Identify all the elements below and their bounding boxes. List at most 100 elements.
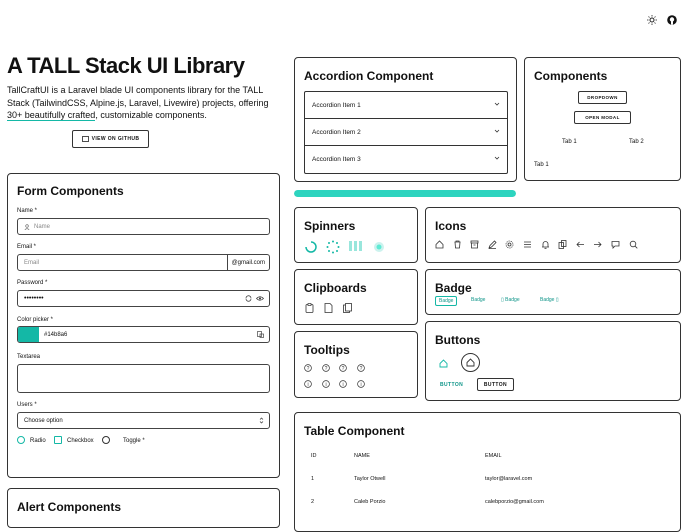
table-cell: Taylor Otwell [354,476,386,482]
palette-icon[interactable] [257,331,264,338]
name-field[interactable]: Name [17,218,270,235]
name-label: Name * [17,208,38,214]
table-title: Table Component [304,424,405,438]
accordion-item[interactable]: Accordion Item 1 [305,92,507,119]
table-header-email: EMAIL [485,453,502,459]
tab-1[interactable]: Tab 1 [562,139,577,145]
progress-fill [294,190,516,197]
archive-icon [470,240,479,249]
teal-button[interactable]: BUTTON [440,382,463,388]
table-cell: Caleb Porzio [354,499,386,505]
components-link[interactable]: 30+ beautifully crafted [7,110,96,121]
eye-icon[interactable] [256,295,264,302]
users-value: Choose option [24,417,63,424]
password-label: Password * [17,280,48,286]
badge-flat: Badge [471,297,486,303]
question-icon[interactable]: ? [304,364,312,372]
github-icon[interactable] [667,15,677,25]
spinner-dots-icon [326,240,340,254]
color-swatch[interactable] [18,327,39,342]
open-modal-button[interactable]: OPEN MODAL [574,111,631,124]
textarea-field[interactable] [17,364,270,393]
desc-line: TallCraftUI is a Laravel blade UI compon… [7,85,264,95]
badge-icon: ▯ [554,297,559,303]
bell-icon [541,240,550,249]
password-field[interactable]: •••••••• [17,290,270,307]
svg-text:?: ? [324,366,327,372]
refresh-icon[interactable] [245,295,252,302]
color-label: Color picker * [17,317,54,323]
info-icon[interactable]: i [356,380,365,388]
components-title: Components [534,69,608,83]
sun-icon[interactable] [647,15,657,25]
spinner-ring-icon [305,241,317,253]
buttons-title: Buttons [435,333,481,347]
circle-home-button[interactable] [461,353,480,372]
email-field[interactable]: Email @gmail.com [17,254,270,271]
trash-icon [453,240,462,249]
user-icon [24,223,30,230]
accordion-item-label: Accordion Item 2 [312,128,361,136]
accordion-item[interactable]: Accordion Item 2 [305,119,507,146]
checkbox[interactable] [54,436,62,444]
toggle-switch[interactable] [102,436,110,444]
accordion: Accordion Item 1 Accordion Item 2 Accord… [304,91,508,174]
svg-text:?: ? [307,366,310,372]
home-button-icon[interactable] [439,359,448,368]
tooltips-card: Tooltips ???? i i i i [294,331,418,398]
tab-2[interactable]: Tab 2 [629,139,644,145]
color-value: #14b8a6 [44,331,68,338]
accordion-title: Accordion Component [304,69,434,83]
menu-icon [523,240,532,249]
table-cell: taylor@laravel.com [485,476,533,482]
color-picker-field[interactable]: #14b8a6 [17,326,270,343]
desc-line: Stack (TailwindCSS, Alpine.js, Laravel, … [7,97,269,108]
tooltips-title: Tooltips [304,343,350,357]
question-icon[interactable]: ? [356,364,365,372]
radio-label: Radio [30,438,46,444]
accordion-item[interactable]: Accordion Item 3 [305,146,507,173]
document-icon[interactable] [324,303,333,313]
clipboards-card: Clipboards [294,269,418,325]
search-icon [629,240,638,249]
chevron-down-icon [494,156,500,160]
components-card: Components DROPDOWN OPEN MODAL Tab 1 Tab… [524,57,681,181]
dropdown-button[interactable]: DROPDOWN [578,91,627,104]
email-placeholder: Email [24,259,40,266]
svg-text:i: i [307,382,308,388]
chevron-down-icon [494,129,500,133]
tab-content: Tab 1 [534,162,549,168]
users-select[interactable]: Choose option [17,412,270,429]
github-small-icon [81,136,89,142]
question-icon[interactable]: ? [321,364,330,372]
icons-card: Icons [425,207,681,263]
page-title: A TALL Stack UI Library [7,53,245,78]
table-cell: 2 [311,499,315,505]
password-value: •••••••• [24,295,44,302]
badge-card: Badge Badge Badge ▯ Badge Badge ▯ [425,269,681,315]
badge-with-trailing-icon: Badge ▯ [540,297,559,303]
table-cell: 1 [311,476,315,482]
cog-icon [505,240,514,249]
accordion-item-label: Accordion Item 1 [312,101,361,109]
question-icon[interactable]: ? [339,364,347,372]
email-label: Email * [17,244,37,250]
copy-docs-icon[interactable] [343,303,352,313]
outline-button[interactable]: BUTTON [477,378,514,391]
info-icon[interactable]: i [339,380,347,388]
view-on-github-button[interactable]: VIEW ON GITHUB [72,130,149,148]
accordion-card: Accordion Component Accordion Item 1 Acc… [294,57,517,182]
arrow-right-icon [593,240,602,249]
svg-text:?: ? [359,366,362,372]
table-cell: calebporzio@gmail.com [485,499,544,505]
clipboard-icon[interactable] [305,303,314,313]
hero-description: TallCraftUI is a Laravel blade UI compon… [7,84,287,122]
email-suffix: @gmail.com [226,255,269,270]
radio-button[interactable] [17,436,25,444]
info-icon[interactable]: i [304,380,312,388]
toggle-label: Toggle * [123,438,145,444]
clipboards-title: Clipboards [304,281,367,295]
info-icon[interactable]: i [321,380,330,388]
icon-row [435,240,638,249]
name-placeholder: Name [34,223,51,230]
